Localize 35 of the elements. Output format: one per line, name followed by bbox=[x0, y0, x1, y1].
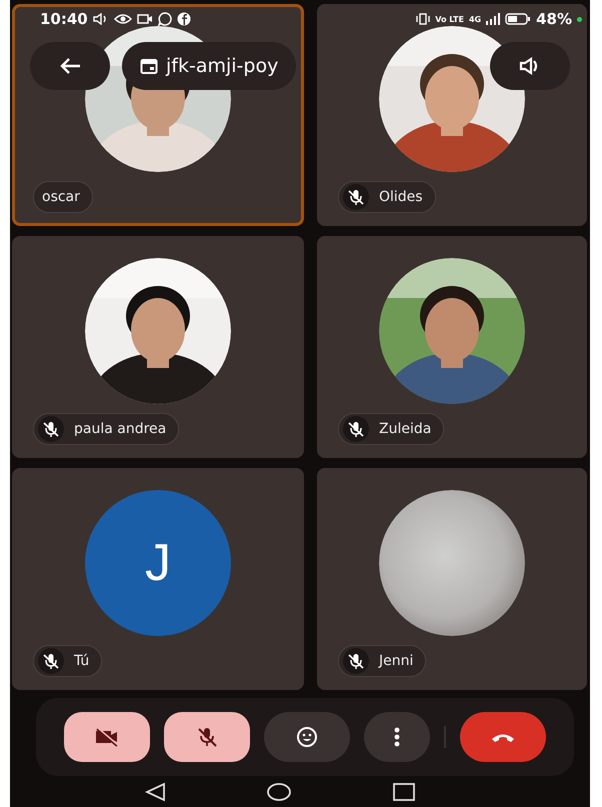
avatar-initial: J bbox=[85, 490, 231, 636]
participant-name: paula andrea bbox=[73, 421, 166, 437]
eye-icon bbox=[114, 13, 132, 25]
smiley-icon bbox=[296, 726, 318, 748]
calendar-icon bbox=[140, 57, 158, 75]
back-arrow-icon bbox=[59, 57, 81, 75]
participant-tile[interactable]: Jenni bbox=[317, 468, 587, 690]
home-nav-icon[interactable] bbox=[266, 782, 292, 802]
signal-icon bbox=[486, 13, 500, 25]
participant-name: Jenni bbox=[377, 653, 414, 669]
back-nav-icon[interactable] bbox=[144, 782, 166, 802]
participant-tile[interactable]: Zuleida bbox=[317, 236, 587, 458]
charging-dot-icon bbox=[577, 16, 582, 22]
meeting-code-button[interactable]: jfk-amji-poy bbox=[122, 42, 296, 90]
participant-name: Zuleida bbox=[378, 421, 432, 437]
recents-nav-icon[interactable] bbox=[392, 782, 416, 802]
participant-tile[interactable]: J Tú bbox=[12, 468, 304, 690]
clock-time: 10:40 bbox=[40, 10, 88, 28]
blurred-avatar-icon bbox=[379, 490, 525, 636]
camera-off-icon bbox=[94, 727, 120, 747]
participant-name: Tú bbox=[73, 653, 90, 669]
battery-percent: 48% bbox=[536, 10, 572, 28]
network-label: 4G bbox=[468, 14, 482, 24]
participant-name: oscar bbox=[41, 189, 80, 205]
more-vertical-icon bbox=[393, 726, 402, 748]
camera-button[interactable] bbox=[64, 712, 150, 762]
participant-tile[interactable]: paula andrea bbox=[12, 236, 304, 458]
participant-name: Olides bbox=[378, 189, 423, 205]
reactions-button[interactable] bbox=[264, 712, 350, 762]
volte-label: Vo LTE bbox=[435, 14, 464, 24]
video-camera-icon bbox=[136, 13, 153, 25]
mic-button[interactable] bbox=[164, 712, 250, 762]
vibrate-icon bbox=[416, 13, 430, 25]
battery-icon bbox=[505, 13, 532, 25]
chat-bubble-icon bbox=[158, 12, 172, 26]
